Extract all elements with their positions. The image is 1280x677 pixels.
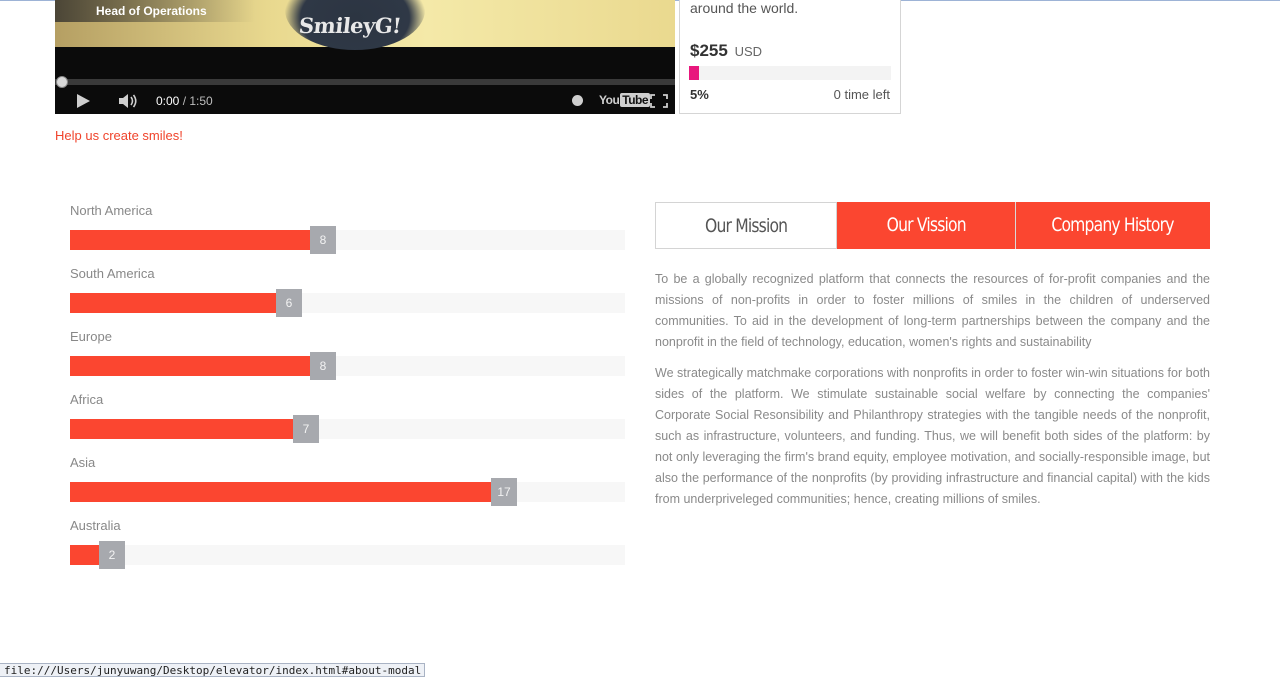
region-bar-track: 17 bbox=[70, 478, 625, 506]
region-label: North America bbox=[70, 203, 153, 218]
region-bar-track: 8 bbox=[70, 352, 625, 380]
funding-amount-row: $255 USD bbox=[690, 41, 762, 61]
video-progress-bar[interactable] bbox=[55, 79, 675, 85]
video-frame[interactable]: Head of Operations SmileyG! bbox=[55, 0, 675, 50]
region-bar-track: 2 bbox=[70, 541, 625, 569]
funding-card: around the world. $255 USD 5% 0 time lef… bbox=[679, 0, 901, 114]
funding-percent: 5% bbox=[690, 87, 709, 102]
video-duration: 1:50 bbox=[189, 94, 213, 108]
help-create-smiles-link[interactable]: Help us create smiles! bbox=[55, 128, 183, 143]
video-shirt-text: SmileyG! bbox=[297, 13, 403, 38]
region-label: Africa bbox=[70, 392, 104, 407]
video-caption-bar: Head of Operations bbox=[55, 0, 255, 22]
funding-time-left: 0 time left bbox=[833, 87, 890, 102]
region-value-badge: 17 bbox=[491, 478, 517, 506]
region-row: Asia 17 bbox=[70, 455, 625, 518]
region-row: Europe 8 bbox=[70, 329, 625, 392]
tab-our-mission-label: Our Mission bbox=[704, 215, 788, 237]
region-bar-fill bbox=[70, 230, 310, 250]
current-time: 0:00 bbox=[156, 94, 180, 108]
region-row: South America 6 bbox=[70, 266, 625, 329]
fullscreen-icon[interactable] bbox=[650, 94, 668, 108]
youtube-logo-icon[interactable]: You Tube bbox=[599, 93, 651, 107]
region-value-badge: 8 bbox=[310, 352, 336, 380]
region-bar-fill bbox=[70, 482, 491, 502]
video-caption: Head of Operations bbox=[96, 4, 207, 18]
video-player[interactable]: Head of Operations SmileyG! 0:00 / 1:50 … bbox=[55, 0, 675, 114]
region-bar-fill bbox=[70, 419, 293, 439]
region-label: South America bbox=[70, 266, 155, 281]
video-progress-handle[interactable] bbox=[56, 76, 68, 88]
funding-amount: $255 bbox=[690, 41, 728, 60]
region-bar-fill bbox=[70, 356, 310, 376]
region-label: Australia bbox=[70, 518, 121, 533]
youtube-logo-box: Tube bbox=[620, 93, 651, 107]
region-row: Australia 2 bbox=[70, 518, 625, 581]
funding-progress-bar bbox=[689, 66, 891, 80]
region-bar-track: 8 bbox=[70, 226, 625, 254]
play-icon[interactable] bbox=[77, 94, 90, 108]
tab-company-history[interactable]: Company History bbox=[1016, 202, 1210, 249]
funding-tagline: around the world. bbox=[690, 0, 799, 16]
watch-later-icon[interactable] bbox=[572, 95, 583, 106]
region-row: Africa 7 bbox=[70, 392, 625, 455]
region-bar-fill bbox=[70, 545, 99, 565]
region-row: North America 8 bbox=[70, 203, 625, 266]
youtube-logo-text: You bbox=[599, 93, 620, 107]
region-bars: North America 8 South America 6 Europe 8 Afric… bbox=[70, 203, 625, 581]
region-value-badge: 2 bbox=[99, 541, 125, 569]
content-paragraph-1: To be a globally recognized platform tha… bbox=[655, 272, 1210, 349]
tab-bar: Our Mission Our Vission Company History bbox=[655, 202, 1210, 249]
video-time: 0:00 / 1:50 bbox=[156, 88, 213, 114]
region-bar-track: 7 bbox=[70, 415, 625, 443]
video-controls: 0:00 / 1:50 You Tube bbox=[55, 88, 675, 114]
content-paragraph-2: We strategically matchmake corporations … bbox=[655, 366, 1210, 506]
tab-our-vission-label: Our Vission bbox=[886, 214, 966, 236]
tab-company-history-label: Company History bbox=[1051, 214, 1175, 236]
tab-our-vission[interactable]: Our Vission bbox=[837, 202, 1016, 249]
funding-progress-fill bbox=[689, 66, 700, 80]
region-value-badge: 8 bbox=[310, 226, 336, 254]
funding-currency: USD bbox=[734, 44, 763, 59]
region-value-badge: 6 bbox=[276, 289, 302, 317]
region-bar-fill bbox=[70, 293, 276, 313]
region-label: Asia bbox=[70, 455, 96, 470]
region-label: Europe bbox=[70, 329, 112, 344]
tab-content: To be a globally recognized platform tha… bbox=[655, 269, 1210, 520]
tab-our-mission[interactable]: Our Mission bbox=[655, 202, 837, 249]
time-separator: / bbox=[179, 94, 190, 108]
region-value-badge: 7 bbox=[293, 415, 319, 443]
volume-icon[interactable] bbox=[118, 93, 138, 109]
region-bar-track: 6 bbox=[70, 289, 625, 317]
